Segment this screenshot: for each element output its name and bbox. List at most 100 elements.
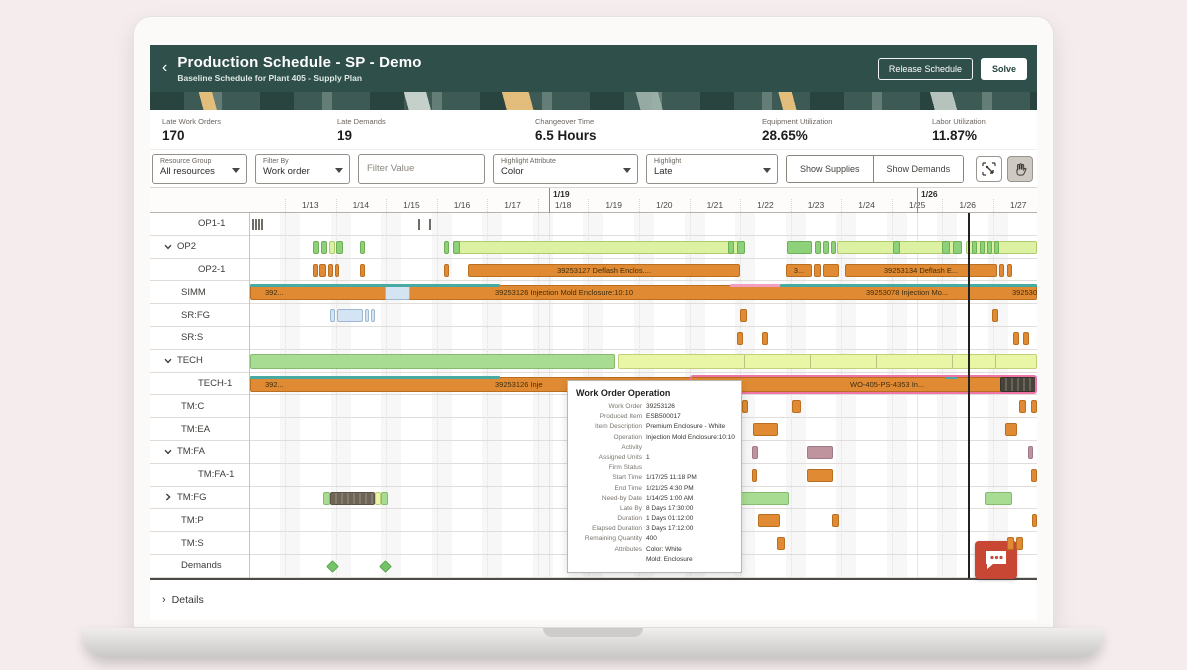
gantt-bar[interactable] bbox=[444, 264, 449, 277]
gantt-bar[interactable] bbox=[815, 241, 821, 254]
gantt-bar[interactable] bbox=[381, 492, 388, 505]
gantt-bar[interactable] bbox=[1019, 400, 1026, 413]
solve-button[interactable]: Solve bbox=[981, 58, 1027, 80]
gantt-bar[interactable] bbox=[313, 264, 318, 277]
gantt-bar[interactable] bbox=[1032, 514, 1037, 527]
gantt-bar[interactable]: 39253134 Deflash E... bbox=[845, 264, 997, 277]
row-label-tm:ea[interactable]: TM:EA bbox=[150, 418, 249, 441]
row-label-tm:p[interactable]: TM:P bbox=[150, 509, 249, 532]
gantt-bar[interactable] bbox=[823, 264, 839, 277]
gantt-bar[interactable] bbox=[752, 446, 758, 459]
gantt-bar[interactable] bbox=[337, 309, 363, 322]
gantt-bar[interactable] bbox=[429, 219, 431, 230]
row-label-simm[interactable]: SIMM bbox=[150, 281, 249, 304]
gantt-bar[interactable] bbox=[999, 264, 1004, 277]
gantt-bar[interactable] bbox=[330, 492, 375, 505]
row-label-tech[interactable]: TECH bbox=[150, 350, 249, 373]
chevron-right-icon[interactable] bbox=[163, 492, 173, 502]
row-label-tm:fa[interactable]: TM:FA bbox=[150, 441, 249, 464]
gantt-bar[interactable] bbox=[250, 285, 1037, 300]
gantt-bar[interactable] bbox=[365, 309, 369, 322]
gantt-bar[interactable] bbox=[453, 241, 460, 254]
gantt-bar[interactable] bbox=[752, 469, 757, 482]
row-label-sr:s[interactable]: SR:S bbox=[150, 327, 249, 350]
gantt-bar[interactable] bbox=[258, 219, 260, 230]
row-label-tm:s[interactable]: TM:S bbox=[150, 532, 249, 555]
chevron-down-icon[interactable] bbox=[163, 242, 173, 252]
gantt-bar[interactable] bbox=[360, 241, 365, 254]
gantt-bar[interactable] bbox=[987, 241, 992, 254]
gantt-bar[interactable] bbox=[335, 264, 339, 277]
details-label[interactable]: Details bbox=[172, 594, 204, 606]
gantt-bar[interactable] bbox=[1031, 469, 1037, 482]
filter-value-input[interactable] bbox=[358, 154, 485, 184]
gantt-bar[interactable] bbox=[942, 241, 950, 254]
gantt-bar[interactable] bbox=[329, 241, 335, 254]
row-label-op2[interactable]: OP2 bbox=[150, 236, 249, 259]
gantt-bar[interactable] bbox=[953, 241, 962, 254]
gantt-bar[interactable] bbox=[321, 241, 327, 254]
gantt-bar[interactable] bbox=[807, 446, 833, 459]
pan-hand-button[interactable] bbox=[1007, 156, 1033, 182]
details-expand-chevron-icon[interactable]: › bbox=[162, 594, 166, 606]
filter-by-select[interactable]: Filter By Work order bbox=[255, 154, 350, 184]
highlight-select[interactable]: Highlight Late bbox=[646, 154, 778, 184]
gantt-bar[interactable] bbox=[831, 241, 836, 254]
release-schedule-button[interactable]: Release Schedule bbox=[878, 58, 973, 80]
gantt-bar[interactable] bbox=[740, 309, 747, 322]
gantt-bar[interactable] bbox=[385, 285, 410, 300]
gantt-bar[interactable] bbox=[336, 241, 343, 254]
gantt-bar[interactable] bbox=[323, 492, 330, 505]
gantt-bar[interactable] bbox=[737, 332, 743, 345]
chevron-down-icon[interactable] bbox=[163, 356, 173, 366]
gantt-bar[interactable]: 3... bbox=[786, 264, 812, 277]
gantt-bar[interactable] bbox=[758, 514, 780, 527]
gantt-bar[interactable] bbox=[832, 514, 839, 527]
gantt-bar[interactable] bbox=[994, 241, 999, 254]
back-chevron-icon[interactable]: ‹ bbox=[162, 59, 167, 77]
gantt-bar[interactable] bbox=[787, 241, 812, 254]
gantt-bar[interactable] bbox=[360, 264, 365, 277]
row-label-tech-1[interactable]: TECH-1 bbox=[150, 373, 249, 396]
gantt-bar[interactable] bbox=[313, 241, 319, 254]
row-label-tm:fa-1[interactable]: TM:FA-1 bbox=[150, 464, 249, 487]
gantt-bar[interactable] bbox=[326, 560, 339, 573]
gantt-bar[interactable] bbox=[453, 241, 740, 254]
gantt-bar[interactable] bbox=[792, 400, 801, 413]
gantt-bar[interactable] bbox=[823, 241, 829, 254]
gantt-bar[interactable] bbox=[737, 241, 745, 254]
chevron-down-icon[interactable] bbox=[163, 447, 173, 457]
show-demands-button[interactable]: Show Demands bbox=[873, 156, 964, 182]
gantt-bar[interactable] bbox=[1023, 332, 1029, 345]
gantt-bar[interactable] bbox=[252, 219, 254, 230]
gantt-bar[interactable] bbox=[379, 560, 392, 573]
row-label-op1-1[interactable]: OP1-1 bbox=[150, 213, 249, 236]
gantt-bar[interactable] bbox=[261, 219, 263, 230]
resource-group-select[interactable]: Resource Group All resources bbox=[152, 154, 247, 184]
gantt-bar[interactable] bbox=[1031, 400, 1037, 413]
row-label-op2-1[interactable]: OP2-1 bbox=[150, 259, 249, 282]
gantt-bar[interactable] bbox=[753, 423, 778, 436]
gantt-bar[interactable] bbox=[992, 309, 998, 322]
highlight-attribute-select[interactable]: Highlight Attribute Color bbox=[493, 154, 638, 184]
gantt-bar[interactable] bbox=[328, 264, 333, 277]
row-label-tm:c[interactable]: TM:C bbox=[150, 395, 249, 418]
gantt-bar[interactable] bbox=[735, 492, 789, 505]
gantt-bar[interactable] bbox=[1007, 537, 1014, 550]
gantt-bar[interactable] bbox=[980, 241, 985, 254]
gantt-bar[interactable] bbox=[742, 400, 748, 413]
gantt-bar[interactable] bbox=[1016, 537, 1023, 550]
gantt-bar[interactable] bbox=[728, 241, 734, 254]
gantt-bar[interactable] bbox=[985, 492, 1012, 505]
row-label-tm:fg[interactable]: TM:FG bbox=[150, 487, 249, 510]
gantt-bar[interactable] bbox=[777, 537, 785, 550]
gantt-bar[interactable] bbox=[1028, 446, 1033, 459]
gantt-bar[interactable] bbox=[444, 241, 449, 254]
marquee-zoom-button[interactable] bbox=[976, 156, 1002, 182]
gantt-bar[interactable] bbox=[807, 469, 833, 482]
gantt-bar[interactable] bbox=[330, 309, 335, 322]
gantt-bar[interactable] bbox=[1005, 423, 1017, 436]
gantt-bar[interactable] bbox=[255, 219, 257, 230]
gantt-bar[interactable] bbox=[250, 354, 615, 369]
gantt-bar[interactable] bbox=[1013, 332, 1019, 345]
